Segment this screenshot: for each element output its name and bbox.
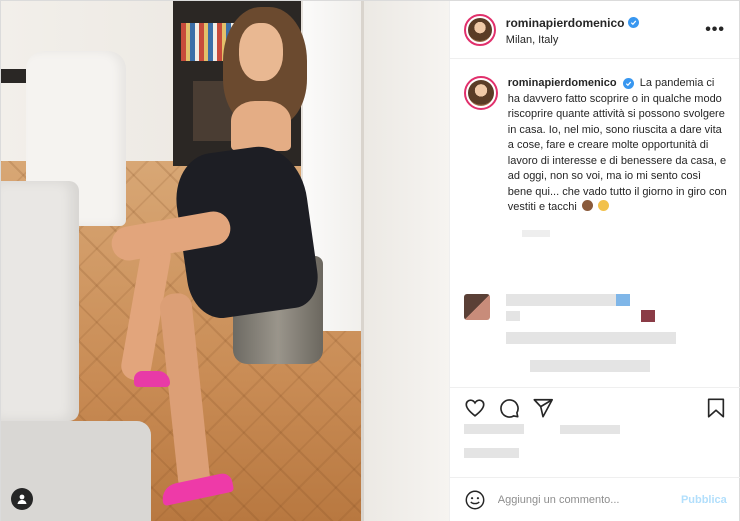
user-tag-icon[interactable] bbox=[11, 488, 33, 510]
comment-line-blurred bbox=[505, 332, 676, 344]
share-button[interactable] bbox=[532, 397, 554, 419]
share-icon bbox=[533, 398, 553, 418]
photo-face bbox=[239, 23, 283, 81]
comment-input[interactable] bbox=[497, 494, 681, 506]
header-text: rominapierdomenico Milan, Italy bbox=[506, 14, 705, 46]
publish-button[interactable]: Pubblica bbox=[681, 494, 727, 506]
caption-text: La pandemia ci ha davvero fatto scoprire… bbox=[507, 77, 727, 213]
post-actions bbox=[449, 387, 740, 427]
comment-icon bbox=[499, 398, 519, 418]
woman-emoji-icon bbox=[581, 200, 593, 211]
comment-avatar-blurred bbox=[463, 294, 490, 320]
caption-row: rominapierdomenico La pandemia ci ha dav… bbox=[463, 76, 727, 216]
instagram-post: rominapierdomenico Milan, Italy ••• romi… bbox=[0, 0, 740, 521]
photo-shoulders bbox=[231, 101, 291, 151]
post-header: rominapierdomenico Milan, Italy ••• bbox=[449, 1, 739, 59]
comment-button[interactable] bbox=[498, 397, 520, 419]
comment-line-blurred bbox=[505, 294, 621, 306]
comment-line-blurred bbox=[529, 360, 650, 372]
photo-left-pink-shoe bbox=[134, 371, 170, 387]
caption-timestamp-blurred bbox=[521, 229, 550, 237]
caption-avatar[interactable] bbox=[463, 76, 498, 110]
heart-icon bbox=[465, 398, 485, 417]
comment-emoji-blurred bbox=[615, 294, 630, 306]
verified-badge-icon bbox=[622, 78, 634, 89]
header-username-label: rominapierdomenico bbox=[505, 15, 625, 30]
likes-count-blurred bbox=[463, 424, 524, 434]
photo-sofa bbox=[1, 181, 79, 421]
caption: rominapierdomenico La pandemia ci ha dav… bbox=[508, 76, 727, 216]
post-side-panel: rominapierdomenico Milan, Italy ••• romi… bbox=[448, 1, 740, 521]
post-date-blurred bbox=[463, 448, 519, 458]
comment-line-blurred bbox=[505, 311, 520, 321]
photo-door bbox=[361, 1, 449, 521]
header-location[interactable]: Milan, Italy bbox=[506, 34, 705, 46]
verified-badge-icon bbox=[628, 17, 640, 28]
likes-text-blurred bbox=[559, 425, 620, 434]
smiling-emoji-icon bbox=[598, 200, 609, 211]
comment-bar: Pubblica bbox=[449, 477, 740, 521]
smile-icon[interactable] bbox=[464, 489, 486, 511]
header-avatar[interactable] bbox=[463, 13, 496, 46]
post-photo[interactable] bbox=[1, 1, 449, 521]
like-button[interactable] bbox=[464, 397, 486, 419]
bookmark-icon bbox=[707, 397, 724, 418]
save-button[interactable] bbox=[705, 397, 727, 419]
caption-username[interactable]: rominapierdomenico bbox=[508, 77, 617, 89]
more-options-button[interactable]: ••• bbox=[705, 21, 725, 39]
comment-emoji-blurred bbox=[640, 310, 655, 322]
header-username[interactable]: rominapierdomenico bbox=[506, 16, 640, 30]
